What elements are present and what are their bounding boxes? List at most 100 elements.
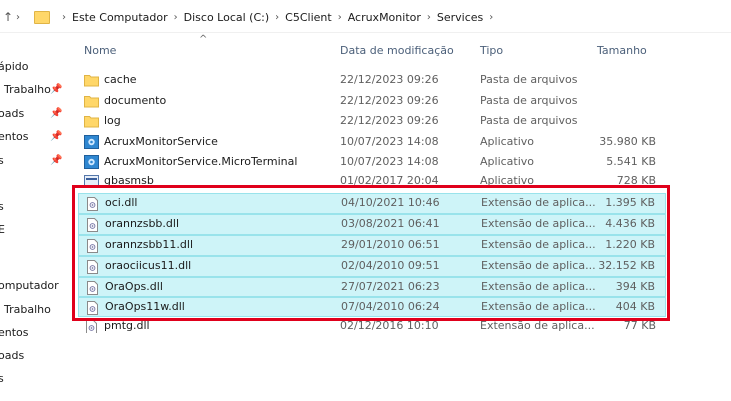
pin-icon: 📌 [50, 84, 63, 95]
nav-item-downloads-2[interactable]: oads [0, 349, 24, 362]
pin-icon: 📌 [50, 108, 63, 119]
chevron-right-icon: › [62, 11, 66, 23]
file-row-acruxmonitorservice[interactable]: AcruxMonitorService 10/07/2023 14:08 Apl… [78, 132, 666, 152]
nav-item-folder[interactable]: s [0, 200, 4, 213]
chevron-right-icon[interactable]: › [275, 12, 279, 23]
column-header-type[interactable]: Tipo [480, 44, 503, 57]
nav-item-work-2[interactable]: Trabalho [4, 303, 51, 316]
file-type: Aplicativo [480, 135, 535, 148]
file-row-oraops-dll[interactable]: OraOps.dll 27/07/2021 06:23 Extensão de … [78, 277, 666, 297]
chevron-right-icon: › [16, 11, 20, 23]
app-icon [84, 155, 99, 169]
file-date: 03/08/2021 06:41 [341, 217, 440, 230]
pin-icon: 📌 [50, 155, 63, 166]
file-name: pmtg.dll [104, 320, 150, 332]
navigation-pane: ápido Trabalho 📌 oads 📌 entos 📌 s 📌 s E … [0, 58, 72, 401]
file-row-oraociicus11-dll[interactable]: oraociicus11.dll 02/04/2010 09:51 Extens… [78, 256, 666, 277]
file-size: 35.980 KB [599, 135, 656, 148]
file-row-gbasmsb[interactable]: gbasmsb 01/02/2017 20:04 Aplicativo 728 … [78, 173, 666, 187]
nav-item-documents-2[interactable]: entos [0, 326, 29, 339]
breadcrumb-item[interactable]: Services [437, 11, 483, 24]
file-row-log[interactable]: log 22/12/2023 09:26 Pasta de arquivos [78, 111, 666, 131]
chevron-right-icon[interactable]: › [338, 12, 342, 23]
file-name: cache [104, 73, 137, 86]
file-row-orannzsbb-dll[interactable]: orannzsbb.dll 03/08/2021 06:41 Extensão … [78, 214, 666, 235]
file-row-pmtg-dll[interactable]: pmtg.dll 02/12/2016 10:10 Extensão de ap… [78, 320, 666, 333]
file-name: oci.dll [105, 196, 138, 209]
file-size: 1.395 KB [605, 196, 655, 209]
file-type: Extensão de aplica... [481, 217, 596, 230]
file-type: Extensão de aplica... [481, 196, 596, 209]
folder-icon [84, 94, 99, 108]
file-type: Extensão de aplica... [481, 259, 596, 272]
breadcrumb[interactable]: ↑ › › Este Computador › Disco Local (C:)… [0, 6, 731, 28]
file-name: documento [104, 94, 167, 107]
file-date: 22/12/2023 09:26 [340, 73, 439, 86]
nav-item-quick-access[interactable]: ápido [0, 60, 29, 73]
dll-file-icon [85, 218, 100, 232]
nav-item-documents[interactable]: entos [0, 130, 29, 143]
breadcrumb-item[interactable]: AcruxMonitor [348, 11, 421, 24]
nav-item-pictures[interactable]: s [0, 154, 4, 167]
nav-item-work[interactable]: Trabalho [4, 83, 51, 96]
chevron-right-icon[interactable]: › [489, 12, 493, 23]
file-date: 02/04/2010 09:51 [341, 259, 440, 272]
file-date: 10/07/2023 14:08 [340, 135, 439, 148]
file-size: 1.220 KB [605, 238, 655, 251]
up-arrow-icon[interactable]: ↑ [0, 10, 16, 24]
file-size: 404 KB [615, 300, 655, 313]
dll-file-icon [85, 281, 100, 295]
file-date: 22/12/2023 09:26 [340, 114, 439, 127]
file-size: 5.541 KB [606, 155, 656, 168]
file-name: gbasmsb [104, 174, 154, 187]
file-date: 29/01/2010 06:51 [341, 238, 440, 251]
file-size: 728 KB [616, 174, 656, 187]
file-row-oraops11w-dll[interactable]: OraOps11w.dll 07/04/2010 06:24 Extensão … [78, 297, 666, 317]
chevron-right-icon[interactable]: › [174, 12, 178, 23]
file-date: 22/12/2023 09:26 [340, 94, 439, 107]
file-type: Extensão de aplica... [481, 238, 596, 251]
file-date: 04/10/2021 10:46 [341, 196, 440, 209]
file-date: 10/07/2023 14:08 [340, 155, 439, 168]
file-row-documento[interactable]: documento 22/12/2023 09:26 Pasta de arqu… [78, 91, 666, 111]
nav-item-drive[interactable]: E [0, 223, 5, 236]
file-type: Pasta de arquivos [480, 94, 578, 107]
file-name: OraOps11w.dll [105, 300, 185, 313]
breadcrumb-item[interactable]: Disco Local (C:) [184, 11, 270, 24]
file-name: oraociicus11.dll [105, 259, 192, 272]
dll-file-icon [84, 320, 99, 333]
file-type: Extensão de aplica... [480, 320, 595, 332]
nav-item-this-pc[interactable]: omputador [0, 279, 59, 292]
breadcrumb-item[interactable]: C5Client [285, 11, 332, 24]
pin-icon: 📌 [50, 131, 63, 142]
file-type: Aplicativo [480, 155, 535, 168]
app-icon [84, 175, 99, 187]
file-date: 07/04/2010 06:24 [341, 300, 440, 313]
file-type: Pasta de arquivos [480, 73, 578, 86]
dll-file-icon [85, 239, 100, 253]
file-name: log [104, 114, 121, 127]
folder-icon [84, 73, 99, 87]
file-size: 77 KB [623, 320, 656, 332]
file-type: Pasta de arquivos [480, 114, 578, 127]
column-header-size[interactable]: Tamanho [597, 44, 647, 57]
column-header-date[interactable]: Data de modificação [340, 44, 454, 57]
file-row-microterminal[interactable]: AcruxMonitorService.MicroTerminal 10/07/… [78, 152, 666, 172]
file-row-oci-dll[interactable]: oci.dll 04/10/2021 10:46 Extensão de apl… [78, 193, 666, 214]
file-date: 27/07/2021 06:23 [341, 280, 440, 293]
file-type: Aplicativo [480, 174, 535, 187]
file-name: orannzsbb.dll [105, 217, 179, 230]
file-row-orannzsbb11-dll[interactable]: orannzsbb11.dll 29/01/2010 06:51 Extensã… [78, 235, 666, 256]
dll-file-icon [85, 260, 100, 274]
file-name: OraOps.dll [105, 280, 163, 293]
folder-icon [34, 10, 50, 24]
file-type: Extensão de aplica... [481, 300, 596, 313]
dll-file-icon [85, 197, 100, 211]
nav-item-downloads[interactable]: oads [0, 107, 24, 120]
chevron-right-icon[interactable]: › [427, 12, 431, 23]
breadcrumb-item[interactable]: Este Computador [72, 11, 168, 24]
file-row-cache[interactable]: cache 22/12/2023 09:26 Pasta de arquivos [78, 70, 666, 90]
nav-item-pictures-2[interactable]: s [0, 372, 4, 385]
folder-icon [84, 114, 99, 128]
column-header-name[interactable]: Nome [84, 44, 116, 57]
